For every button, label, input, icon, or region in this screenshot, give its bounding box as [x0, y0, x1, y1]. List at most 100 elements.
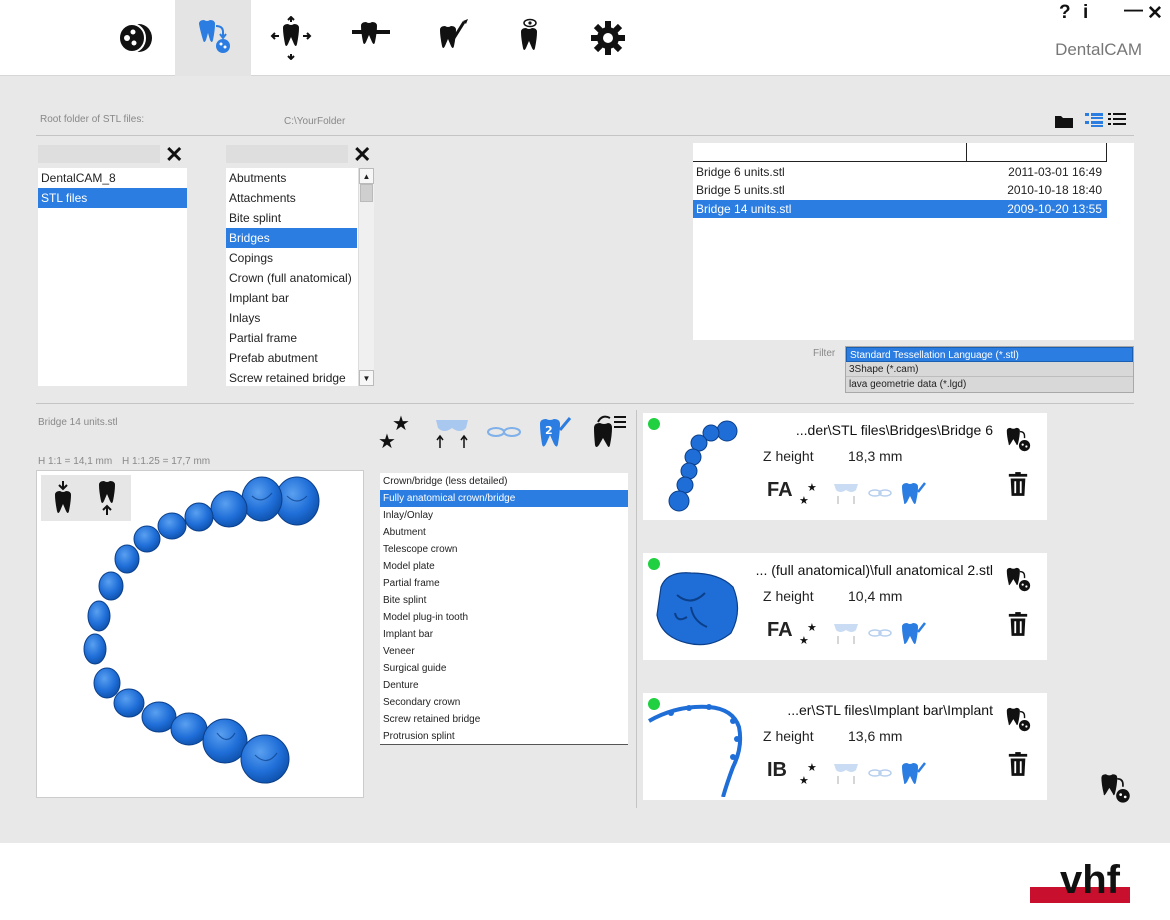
category-item[interactable]: Prefab abutment [226, 348, 357, 368]
type-item[interactable]: Model plate [380, 558, 628, 575]
tooth-number-icon [899, 760, 927, 786]
file-list: Bridge 6 units.stl 2011-03-01 16:49 Brid… [693, 143, 1134, 340]
svg-text:★: ★ [807, 481, 817, 494]
root-folder-path[interactable]: C:\YourFolder [284, 116, 345, 127]
tooth-number-icon[interactable]: 2 [534, 412, 574, 452]
filter-option[interactable]: lava geometrie data (*.lgd) [846, 377, 1133, 392]
job-card[interactable]: ...er\STL files\Implant bar\Implant Z he… [643, 693, 1047, 800]
import-all-icon[interactable] [1098, 772, 1132, 806]
svg-text:★: ★ [807, 621, 817, 634]
restoration-badge: IB [767, 759, 787, 781]
category-search-input[interactable] [226, 145, 348, 163]
tab-calculate[interactable] [414, 0, 490, 76]
z-height-value: 18,3 mm [848, 448, 903, 464]
filter-option[interactable]: Standard Tessellation Language (*.stl) [846, 347, 1133, 362]
tooth-up-icon[interactable] [97, 481, 117, 515]
tab-holder[interactable] [333, 0, 409, 76]
tab-position[interactable] [253, 0, 329, 76]
svg-text:★: ★ [799, 494, 809, 506]
column-separator[interactable] [966, 143, 967, 162]
type-item[interactable]: Crown/bridge (less detailed) [380, 473, 628, 490]
teeth-occlusion-icon[interactable] [432, 412, 472, 452]
trash-icon[interactable] [1003, 609, 1033, 639]
type-item[interactable]: Inlay/Onlay [380, 507, 628, 524]
type-item[interactable]: Telescope crown [380, 541, 628, 558]
category-item[interactable]: Copings [226, 248, 357, 268]
grid-view-icon[interactable] [1085, 112, 1103, 128]
type-item[interactable]: Abutment [380, 524, 628, 541]
column-separator[interactable] [1106, 143, 1107, 162]
tab-settings[interactable] [570, 0, 646, 76]
tooth-calculate-icon [440, 19, 468, 48]
svg-text:★: ★ [799, 634, 809, 646]
chain-icon [866, 620, 894, 646]
close-button[interactable]: ✕ [1147, 2, 1163, 25]
scroll-down-icon[interactable]: ▼ [359, 370, 374, 386]
type-item[interactable]: Protrusion splint [380, 728, 628, 744]
file-row[interactable]: Bridge 5 units.stl 2010-10-18 18:40 [693, 181, 1107, 199]
trash-icon[interactable] [1003, 749, 1033, 779]
scroll-thumb[interactable] [360, 184, 373, 202]
type-item[interactable]: Surgical guide [380, 660, 628, 677]
gear-icon [591, 21, 625, 55]
category-item[interactable]: Abutments [226, 168, 357, 188]
category-item[interactable]: Bridges [226, 228, 357, 248]
type-item[interactable]: Secondary crown [380, 694, 628, 711]
file-row[interactable]: Bridge 6 units.stl 2011-03-01 16:49 [693, 163, 1107, 181]
type-item[interactable]: Bite splint [380, 592, 628, 609]
category-item[interactable]: Attachments [226, 188, 357, 208]
restoration-badge: FA [767, 479, 793, 501]
svg-text:★: ★ [807, 761, 817, 774]
tab-material[interactable] [96, 0, 172, 76]
type-item[interactable]: Screw retained bridge [380, 711, 628, 728]
chain-icon [866, 760, 894, 786]
category-item[interactable]: Partial frame [226, 328, 357, 348]
category-item[interactable]: Bite splint [226, 208, 357, 228]
tooth-down-icon[interactable] [53, 481, 73, 515]
stars-icon[interactable]: ★ ★ [378, 412, 418, 452]
type-item[interactable]: Model plug-in tooth [380, 609, 628, 626]
tab-import[interactable] [175, 0, 251, 76]
filter-list: Standard Tessellation Language (*.stl) 3… [845, 346, 1134, 393]
trash-icon[interactable] [1003, 469, 1033, 499]
job-card[interactable]: ...der\STL files\Bridges\Bridge 6 Z heig… [643, 413, 1047, 520]
scroll-up-icon[interactable]: ▲ [359, 168, 374, 184]
stars-icon: ★ ★ [799, 620, 821, 646]
category-item[interactable]: Crown (full anatomical) [226, 268, 357, 288]
chain-icon[interactable] [484, 412, 524, 452]
folder-search-input[interactable] [38, 145, 160, 163]
job-card[interactable]: ... (full anatomical)\full anatomical 2.… [643, 553, 1047, 660]
folder-icon[interactable] [1055, 114, 1073, 128]
category-item[interactable]: Implant bar [226, 288, 357, 308]
type-item[interactable]: Denture [380, 677, 628, 694]
category-item[interactable]: Screw retained bridge [226, 368, 357, 386]
tooth-import-icon[interactable] [1003, 705, 1033, 735]
job-path: ... (full anatomical)\full anatomical 2.… [755, 562, 993, 578]
type-item[interactable]: Partial frame [380, 575, 628, 592]
tab-view[interactable] [492, 0, 568, 76]
minimize-button[interactable]: — [1124, 0, 1143, 22]
category-item[interactable]: Inlays [226, 308, 357, 328]
tooth-list-icon[interactable] [588, 412, 628, 452]
folder-clear-icon[interactable]: ✕ [165, 144, 183, 166]
filter-option[interactable]: 3Shape (*.cam) [846, 362, 1133, 377]
model-viewer[interactable] [36, 470, 364, 798]
info-button[interactable]: i [1083, 2, 1088, 24]
tooth-import-icon[interactable] [1003, 565, 1033, 595]
file-name: Bridge 14 units.stl [696, 202, 792, 216]
tooth-import-icon[interactable] [1003, 425, 1033, 455]
category-clear-icon[interactable]: ✕ [353, 144, 371, 166]
restoration-type-list: Crown/bridge (less detailed) Fully anato… [380, 473, 628, 745]
category-scrollbar[interactable]: ▲ ▼ [358, 168, 374, 386]
job-thumbnail [668, 420, 738, 512]
file-row[interactable]: Bridge 14 units.stl 2009-10-20 13:55 [693, 200, 1107, 218]
category-list: Abutments Attachments Bite splint Bridge… [226, 168, 374, 386]
type-item[interactable]: Veneer [380, 643, 628, 660]
help-button[interactable]: ? [1059, 2, 1071, 24]
folder-item[interactable]: STL files [38, 188, 187, 208]
folder-item[interactable]: DentalCAM_8 [38, 168, 187, 188]
type-item[interactable]: Implant bar [380, 626, 628, 643]
list-view-icon[interactable] [1108, 112, 1126, 128]
type-item[interactable]: Fully anatomical crown/bridge [380, 490, 628, 507]
job-thumbnail [648, 704, 743, 797]
